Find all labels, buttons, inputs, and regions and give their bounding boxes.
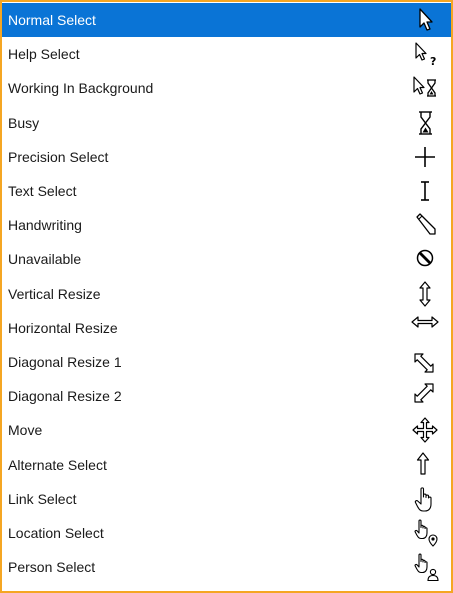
list-item-label: Help Select — [8, 46, 80, 63]
arrow-cursor-icon — [410, 3, 440, 37]
list-item-handwriting[interactable]: Handwriting — [2, 208, 451, 242]
list-item-precision-select[interactable]: Precision Select — [2, 140, 451, 174]
hand-pin-cursor-icon — [410, 516, 440, 550]
list-item-label: Precision Select — [8, 148, 109, 165]
list-item-label: Link Select — [8, 490, 77, 507]
list-item-link-select[interactable]: Link Select — [2, 482, 451, 516]
list-item-help-select[interactable]: Help Select ? — [2, 37, 451, 71]
list-item-busy[interactable]: Busy — [2, 106, 451, 140]
arrow-question-cursor-icon: ? — [410, 37, 440, 71]
list-item-normal-select[interactable]: Normal Select — [2, 3, 451, 38]
list-item-label: Working In Background — [8, 80, 154, 97]
cursor-list-frame: Normal Select Help Select ? Working In B… — [0, 0, 453, 593]
list-item-label: Alternate Select — [8, 456, 107, 473]
diagonal-resize-2-cursor-icon — [410, 379, 440, 413]
list-item-horizontal-resize[interactable]: Horizontal Resize — [2, 311, 451, 345]
list-item-unavailable[interactable]: Unavailable — [2, 242, 451, 276]
list-item-diagonal-resize-2[interactable]: Diagonal Resize 2 — [2, 379, 451, 413]
hand-cursor-icon — [410, 482, 440, 516]
list-item-label: Unavailable — [8, 251, 82, 268]
move-cursor-icon — [410, 413, 440, 447]
list-item-alternate-select[interactable]: Alternate Select — [2, 447, 451, 481]
vertical-resize-cursor-icon — [410, 277, 440, 311]
hand-person-cursor-icon — [410, 550, 440, 584]
no-symbol-cursor-icon — [410, 242, 440, 276]
list-item-label: Location Select — [8, 524, 104, 541]
list-item-label: Handwriting — [8, 217, 82, 234]
list-item-person-select[interactable]: Person Select — [2, 550, 451, 584]
list-item-label: Text Select — [8, 183, 77, 200]
arrow-hourglass-cursor-icon — [410, 71, 440, 105]
list-item-working-in-background[interactable]: Working In Background — [2, 71, 451, 105]
list-item-label: Horizontal Resize — [8, 319, 118, 336]
hourglass-cursor-icon — [410, 106, 440, 140]
list-item-move[interactable]: Move — [2, 413, 451, 447]
pen-cursor-icon — [410, 208, 440, 242]
diagonal-resize-1-cursor-icon — [410, 345, 440, 379]
list-item-diagonal-resize-1[interactable]: Diagonal Resize 1 — [2, 345, 451, 379]
crosshair-cursor-icon — [410, 140, 440, 174]
list-item-label: Move — [8, 422, 43, 439]
list-item-label: Normal Select — [8, 12, 96, 29]
list-item-label: Diagonal Resize 2 — [8, 388, 122, 405]
cursor-scheme-list: Normal Select Help Select ? Working In B… — [2, 3, 451, 584]
up-arrow-cursor-icon — [410, 447, 440, 481]
list-item-label: Vertical Resize — [8, 285, 101, 302]
list-item-text-select[interactable]: Text Select — [2, 174, 451, 208]
list-item-label: Person Select — [8, 559, 96, 576]
ibeam-cursor-icon — [410, 174, 440, 208]
list-item-vertical-resize[interactable]: Vertical Resize — [2, 277, 451, 311]
list-item-label: Diagonal Resize 1 — [8, 353, 122, 370]
list-item-location-select[interactable]: Location Select — [2, 516, 451, 550]
list-item-label: Busy — [8, 114, 40, 131]
horizontal-resize-cursor-icon — [410, 311, 440, 345]
svg-text:?: ? — [430, 55, 436, 68]
